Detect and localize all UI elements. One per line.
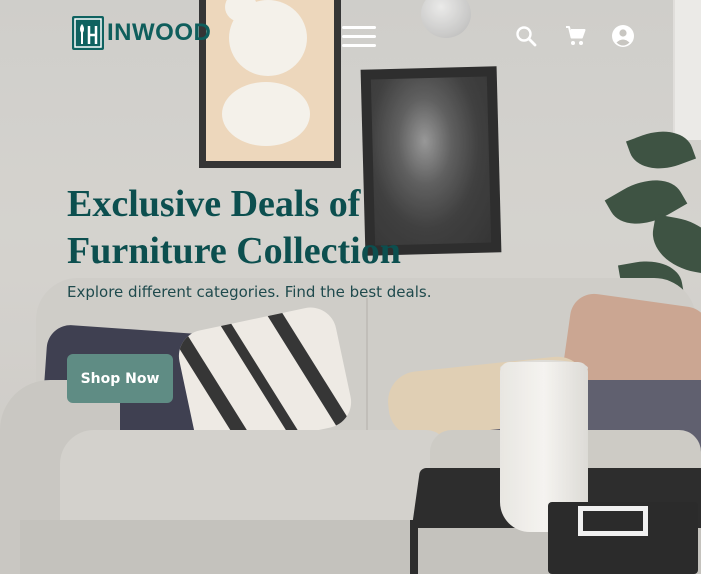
brand-logo[interactable]: INWOOD <box>72 15 211 51</box>
hamburger-menu-icon[interactable] <box>342 24 376 48</box>
hero-headline-line1: Exclusive Deals of <box>67 183 361 225</box>
search-icon[interactable] <box>514 24 538 48</box>
shopping-cart-icon[interactable] <box>564 24 588 48</box>
logo-mark-icon <box>72 16 104 50</box>
hero-section: INWOOD Exclusive Deals of Furniture Coll… <box>0 0 701 574</box>
account-circle-icon[interactable] <box>611 24 635 48</box>
hero-headline: Exclusive Deals of Furniture Collection <box>67 181 487 275</box>
hero-headline-line2: Furniture Collection <box>67 230 401 272</box>
navbar: INWOOD <box>0 0 701 72</box>
hero-subtitle: Explore different categories. Find the b… <box>67 283 432 301</box>
shop-now-button[interactable]: Shop Now <box>67 354 173 403</box>
brand-name: INWOOD <box>107 19 212 46</box>
